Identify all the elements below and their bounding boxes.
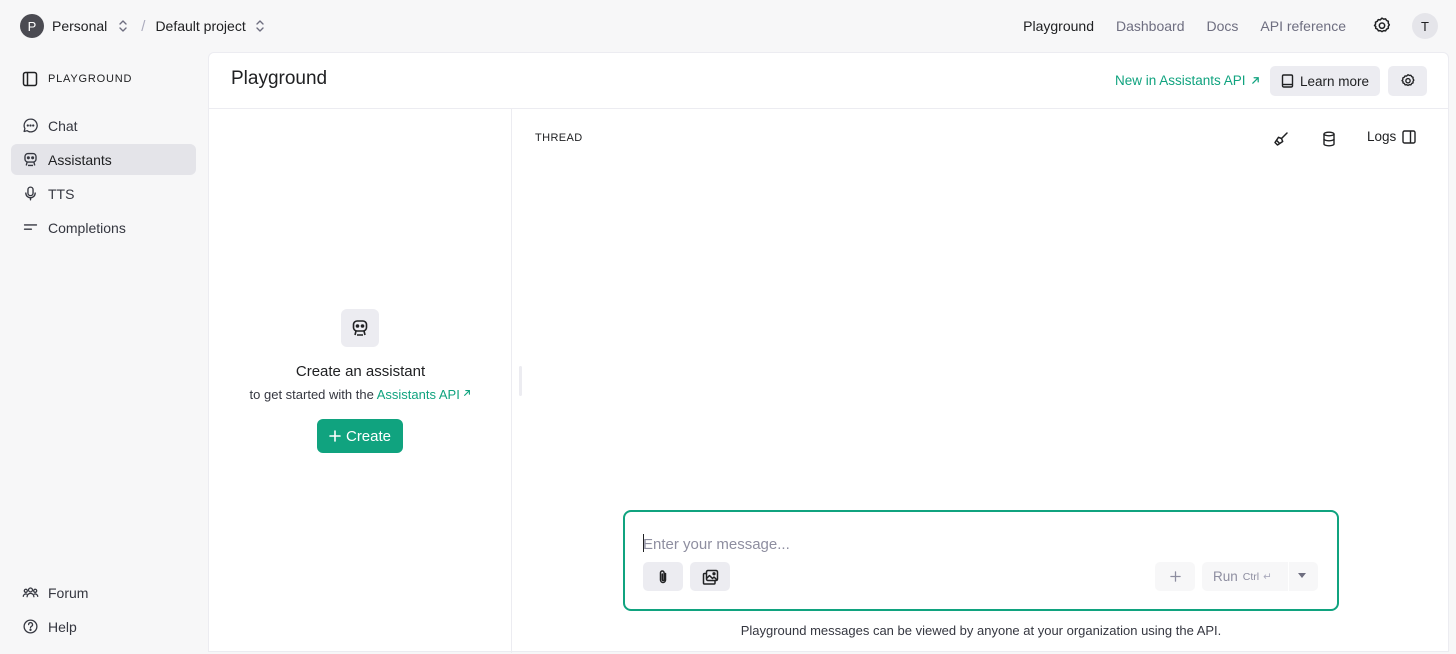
top-nav: Playground Dashboard Docs API reference … bbox=[1001, 13, 1438, 39]
robot-icon bbox=[24, 152, 37, 167]
gear-icon bbox=[1400, 74, 1415, 87]
external-arrow-icon bbox=[464, 390, 471, 396]
message-input[interactable] bbox=[643, 532, 1283, 556]
logs-label: Logs bbox=[1367, 129, 1397, 144]
sidebar-item-help[interactable]: Help bbox=[11, 611, 196, 642]
org-switcher[interactable]: P Personal bbox=[18, 10, 135, 42]
new-in-assistants-label: New in Assistants API bbox=[1115, 73, 1246, 88]
org-name: Personal bbox=[52, 18, 108, 34]
plus-icon bbox=[329, 430, 341, 442]
create-assistant-title: Create an assistant bbox=[295, 363, 426, 380]
logs-button[interactable]: Logs bbox=[1367, 129, 1416, 144]
privacy-footnote: Playground messages can be viewed by any… bbox=[740, 623, 1222, 638]
run-button[interactable]: Run Ctrl ↵ bbox=[1202, 562, 1318, 591]
nav-dashboard[interactable]: Dashboard bbox=[1116, 18, 1185, 34]
sidebar-item-tts[interactable]: TTS bbox=[11, 178, 196, 209]
breadcrumb: P Personal / Default project bbox=[18, 10, 266, 42]
sidebar: PLAYGROUND Chat Assistants TTS Completio… bbox=[0, 52, 208, 654]
run-shortcut: Ctrl bbox=[1242, 570, 1260, 583]
learn-more-button[interactable]: Learn more bbox=[1270, 66, 1381, 96]
message-composer: Run Ctrl ↵ bbox=[623, 510, 1339, 611]
caret-down-icon[interactable] bbox=[1298, 573, 1306, 578]
sidebar-panel-icon bbox=[22, 71, 38, 87]
breadcrumb-separator: / bbox=[141, 17, 146, 35]
assistant-panel: Create an assistant to get started with … bbox=[209, 109, 512, 653]
subtitle-prefix: to get started with the bbox=[249, 387, 374, 402]
broom-icon bbox=[1274, 132, 1288, 146]
top-bar: P Personal / Default project Playground … bbox=[0, 0, 1456, 52]
paperclip-icon bbox=[659, 569, 667, 583]
plus-icon bbox=[1169, 571, 1181, 582]
sidebar-header: PLAYGROUND bbox=[48, 73, 133, 85]
project-switcher[interactable]: Default project bbox=[155, 18, 265, 34]
main-header: Playground New in Assistants API Learn m… bbox=[209, 53, 1448, 109]
sidebar-item-label: Chat bbox=[48, 117, 78, 134]
microphone-icon bbox=[25, 186, 36, 201]
sidebar-item-label: TTS bbox=[48, 185, 75, 202]
robot-icon bbox=[352, 320, 368, 336]
attach-button[interactable] bbox=[643, 562, 683, 591]
add-image-button[interactable] bbox=[690, 562, 730, 591]
create-assistant-subtitle: to get started with the Assistants API bbox=[209, 387, 512, 402]
sidebar-toggle[interactable]: PLAYGROUND bbox=[22, 71, 132, 87]
thread-label: THREAD bbox=[535, 132, 583, 144]
main-panel: Playground New in Assistants API Learn m… bbox=[208, 52, 1449, 653]
assistants-api-link[interactable]: Assistants API bbox=[377, 387, 472, 402]
external-arrow-icon bbox=[1251, 77, 1259, 84]
text-cursor bbox=[643, 534, 644, 552]
storage-button[interactable] bbox=[1319, 129, 1339, 149]
side-panel-icon bbox=[1402, 129, 1416, 144]
sidebar-item-label: Completions bbox=[48, 219, 126, 236]
help-circle-icon bbox=[23, 619, 38, 634]
panel-resize-handle[interactable] bbox=[519, 366, 522, 396]
create-assistant-button[interactable]: Create bbox=[317, 419, 403, 453]
gear-icon[interactable] bbox=[1372, 16, 1392, 36]
book-icon bbox=[1281, 74, 1294, 88]
create-label: Create bbox=[345, 427, 392, 445]
sidebar-item-label: Assistants bbox=[48, 151, 112, 168]
sidebar-item-assistants[interactable]: Assistants bbox=[11, 144, 196, 175]
sidebar-item-chat[interactable]: Chat bbox=[11, 110, 196, 141]
user-avatar[interactable]: T bbox=[1412, 13, 1438, 39]
sidebar-item-forum[interactable]: Forum bbox=[11, 577, 196, 608]
nav-playground[interactable]: Playground bbox=[1023, 18, 1094, 34]
run-split-divider bbox=[1288, 562, 1289, 591]
chat-bubble-icon bbox=[23, 118, 38, 133]
org-avatar: P bbox=[20, 14, 44, 38]
chevron-up-down-icon bbox=[119, 20, 127, 32]
clear-thread-button[interactable] bbox=[1271, 129, 1291, 149]
chevron-up-down-icon bbox=[256, 20, 264, 32]
run-label: Run bbox=[1213, 569, 1238, 584]
assistant-placeholder-icon-box bbox=[341, 309, 379, 347]
nav-docs[interactable]: Docs bbox=[1206, 18, 1238, 34]
sidebar-item-label: Forum bbox=[48, 584, 89, 601]
sidebar-item-completions[interactable]: Completions bbox=[11, 212, 196, 243]
page-title: Playground bbox=[231, 68, 328, 89]
text-lines-icon bbox=[23, 224, 38, 230]
assistants-api-link-label: Assistants API bbox=[376, 387, 460, 402]
settings-button[interactable] bbox=[1388, 66, 1427, 96]
database-icon bbox=[1323, 131, 1335, 147]
sidebar-item-label: Help bbox=[48, 618, 77, 635]
images-icon bbox=[702, 569, 718, 585]
people-icon bbox=[22, 587, 39, 598]
new-in-assistants-link[interactable]: New in Assistants API bbox=[1115, 73, 1260, 88]
learn-more-label: Learn more bbox=[1300, 73, 1370, 89]
project-name: Default project bbox=[155, 18, 246, 34]
nav-api-reference[interactable]: API reference bbox=[1260, 18, 1346, 34]
add-message-button[interactable] bbox=[1155, 562, 1195, 591]
enter-key-icon: ↵ bbox=[1263, 570, 1272, 583]
